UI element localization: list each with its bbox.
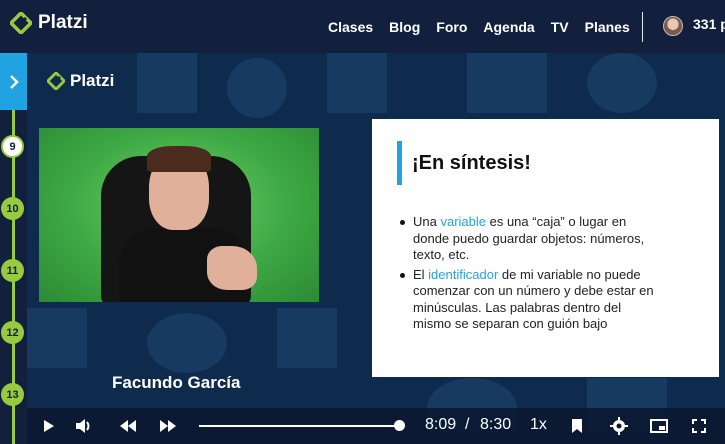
instructor-hair [147,146,211,172]
bg-shape [327,53,387,113]
lesson-13[interactable]: 13 [1,383,24,406]
lesson-timeline: 9 10 11 12 13 [0,53,27,444]
time-separator: / [465,416,470,433]
current-time: 8:09 [425,416,457,433]
video-watermark: Platzi [47,71,114,91]
platzi-logo[interactable]: Platzi [10,12,88,34]
slide-bullet: El identificador de mi variable no puede… [399,267,659,333]
rewind-icon [120,420,136,432]
nav-item-tv[interactable]: TV [551,19,569,35]
highlight-term: identificador [428,266,499,282]
bg-shape [147,313,227,373]
pip-button[interactable] [649,416,669,436]
main-nav: Clases Blog Foro Agenda TV Planes [320,0,638,53]
user-points: 331 p [693,16,725,32]
instructor-hand [207,246,257,290]
nav-divider [642,12,643,42]
platzi-logo-icon [47,72,65,90]
volume-icon [76,419,90,433]
nav-item-clases[interactable]: Clases [328,19,373,35]
player-controls: 8:09 / 8:30 1x [27,408,725,444]
nav-item-blog[interactable]: Blog [389,19,420,35]
top-navbar: Platzi Clases Blog Foro Agenda TV Planes… [0,0,725,53]
bg-shape [137,53,197,113]
lesson-10[interactable]: 10 [1,197,24,220]
play-button[interactable] [39,416,59,436]
bg-shape [587,53,657,113]
duration: 8:30 [480,416,512,433]
bg-shape [277,308,337,368]
nav-item-foro[interactable]: Foro [436,19,467,35]
gear-icon [610,417,628,435]
slide-bullets: Una variable es una “caja” o lugar en do… [399,214,659,336]
bg-shape [467,53,547,113]
lesson-slide: ¡En síntesis! Una variable es una “caja”… [372,119,719,377]
forward-button[interactable] [157,416,179,436]
picture-in-picture-icon [650,419,668,433]
speed-button[interactable]: 1x [530,416,547,434]
forward-icon [160,420,176,432]
highlight-term: variable [440,214,486,229]
slide-accent-bar [397,141,402,185]
bg-shape [27,308,87,368]
lesson-12[interactable]: 12 [1,321,24,344]
settings-button[interactable] [609,416,629,436]
slide-bullet: Una variable es una “caja” o lugar en do… [399,214,659,264]
lesson-11[interactable]: 11 [1,259,24,282]
progress-handle[interactable] [394,420,406,431]
brand-name: Platzi [38,12,88,33]
video-player[interactable]: Platzi Facundo García ¡En síntesis! Una … [27,53,725,444]
platzi-logo-icon [10,12,32,34]
speaker-name: Facundo García [112,373,241,392]
fullscreen-button[interactable] [689,416,709,436]
rewind-button[interactable] [117,416,139,436]
lesson-9[interactable]: 9 [1,135,24,158]
volume-button[interactable] [73,416,95,436]
bg-shape [227,58,287,118]
avatar[interactable] [663,16,683,36]
fullscreen-icon [692,419,706,433]
nav-item-agenda[interactable]: Agenda [483,19,534,35]
chevron-right-icon [9,74,19,89]
instructor-video [39,128,319,302]
bookmark-icon [572,419,582,433]
watermark-text: Platzi [70,71,115,90]
sidebar-toggle-button[interactable] [0,53,27,110]
slide-title: ¡En síntesis! [412,152,531,174]
play-icon [44,420,54,432]
progress-bar[interactable] [199,425,404,427]
nav-item-planes[interactable]: Planes [585,19,630,35]
bookmark-button[interactable] [568,416,586,436]
